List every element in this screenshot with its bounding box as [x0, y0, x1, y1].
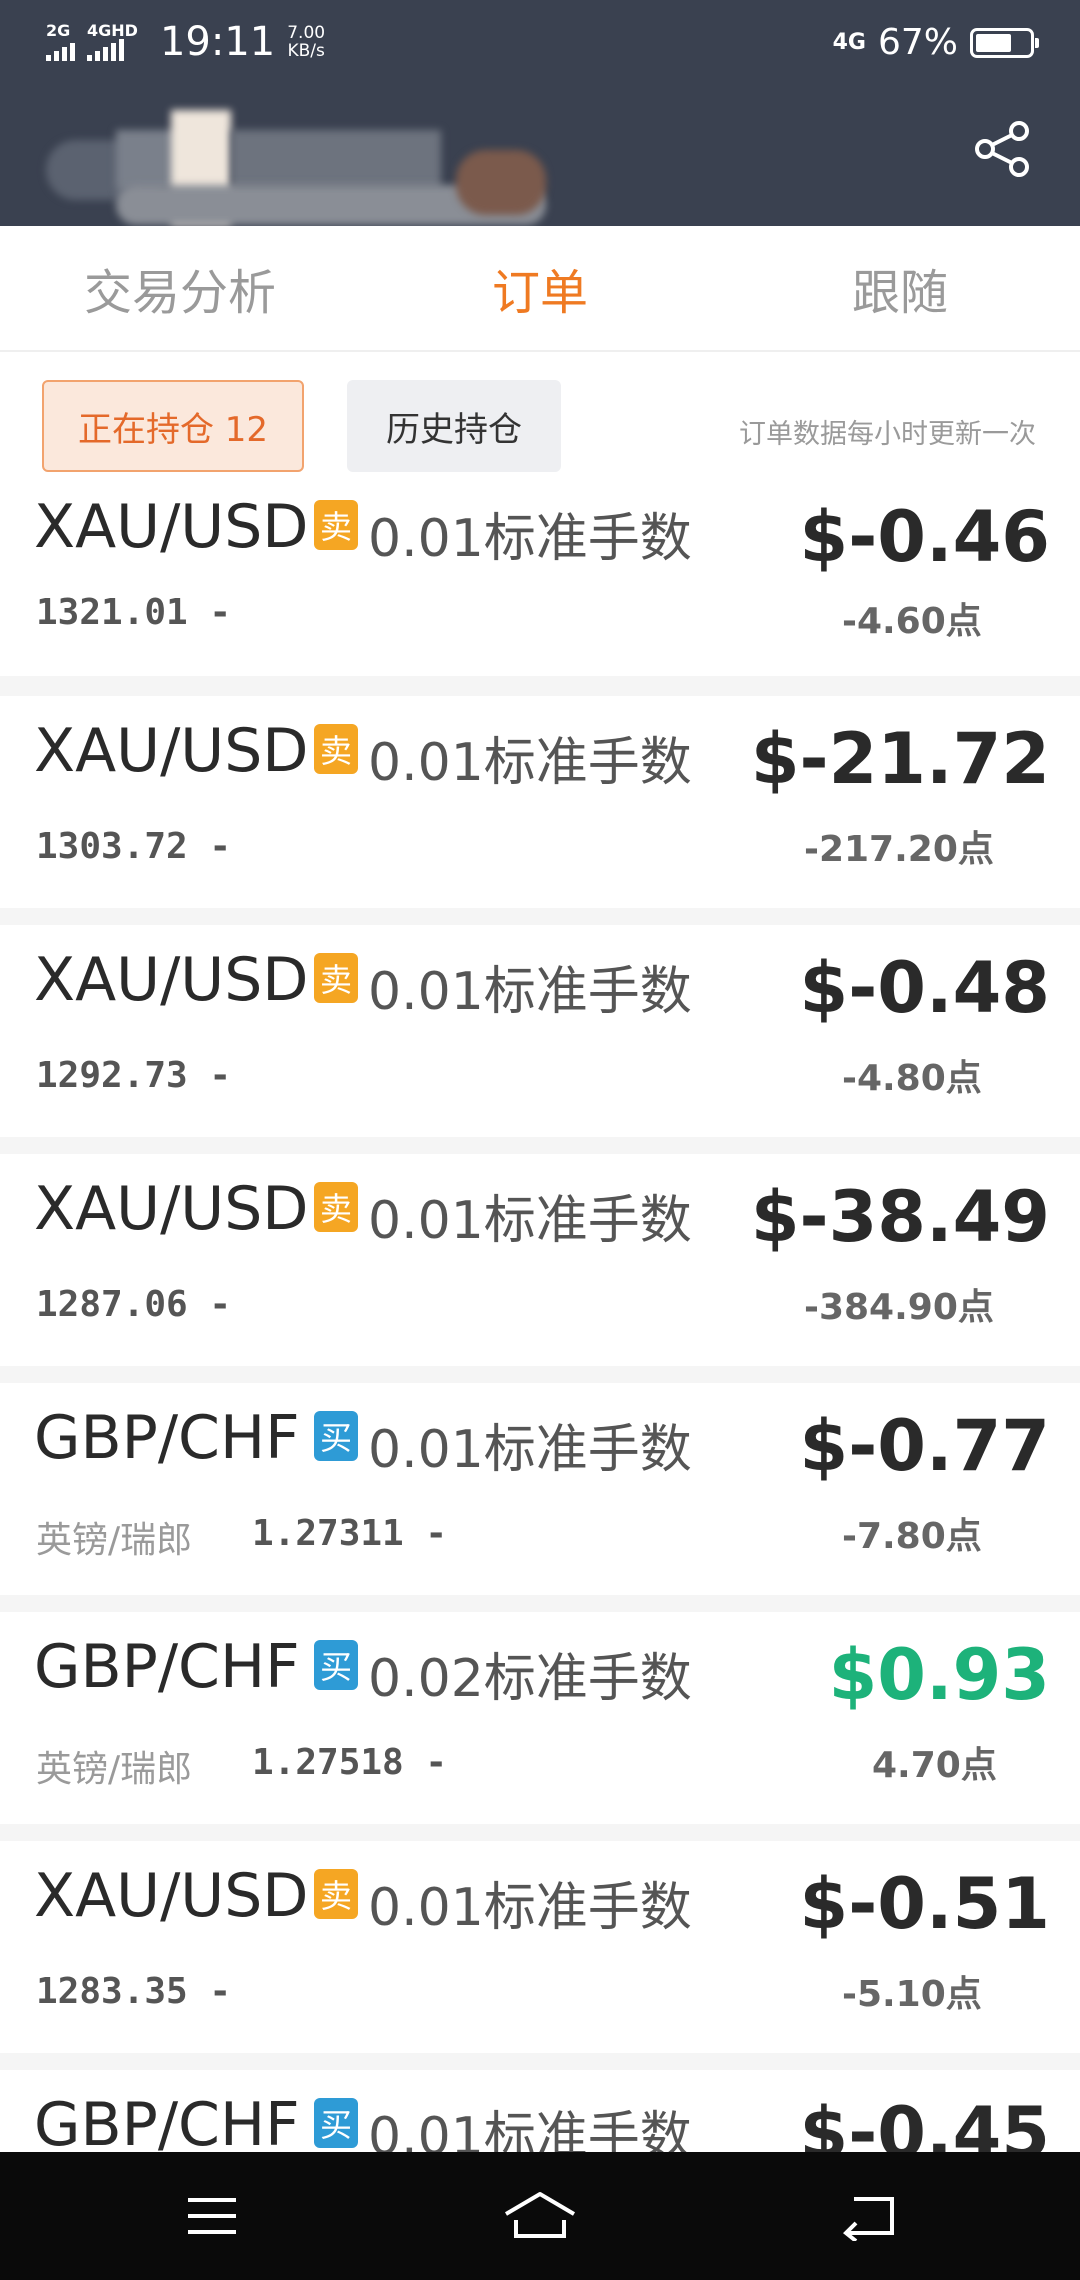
order-pnl: $-0.45: [799, 2092, 1050, 2152]
order-row[interactable]: GBP/CHF 买 0.01标准手数 英镑/瑞郎 1.27311 - $-0.7…: [0, 1383, 1080, 1595]
share-button[interactable]: [966, 112, 1040, 186]
battery-icon: [970, 27, 1039, 58]
order-pair: GBP/CHF: [34, 1632, 300, 1702]
order-instrument-name: 英镑/瑞郎: [36, 1520, 193, 1561]
sell-badge: 卖: [314, 1869, 358, 1919]
order-price: 1.27518 -: [252, 1742, 448, 1783]
menu-icon: [188, 2198, 236, 2234]
speed-unit: KB/s: [287, 41, 325, 61]
sell-badge: 卖: [314, 500, 358, 550]
order-pair: XAU/USD: [34, 716, 309, 786]
status-bar: 2G 4GHD 19:11 7.00 KB/s 4G 67%: [0, 0, 1080, 84]
buy-badge: 买: [314, 1411, 358, 1461]
signal-4g: 4GHD: [87, 23, 138, 61]
order-price: 1287.06 -: [36, 1284, 232, 1325]
order-pair: XAU/USD: [34, 492, 309, 562]
order-lots: 0.01标准手数: [368, 1878, 692, 1938]
order-lots: 0.01标准手数: [368, 2107, 692, 2152]
tab-trade-analysis[interactable]: 交易分析: [0, 226, 360, 350]
order-points: -384.90点: [804, 1287, 994, 1328]
filter-bar: 正在持仓 12 历史持仓 订单数据每小时更新一次: [0, 352, 1080, 492]
order-row[interactable]: XAU/USD 卖 0.01标准手数 1321.01 - $-0.46 -4.6…: [0, 492, 1080, 676]
order-points: -4.80点: [842, 1058, 982, 1099]
order-points: -5.10点: [842, 1974, 982, 2015]
network-label-right: 4G: [832, 30, 866, 55]
order-row[interactable]: XAU/USD 卖 0.01标准手数 1283.35 - $-0.51 -5.1…: [0, 1841, 1080, 2053]
order-lots: 0.01标准手数: [368, 733, 692, 793]
network-label-2: 4GHD: [87, 21, 138, 40]
tab-bar: 交易分析 订单 跟随: [0, 226, 1080, 352]
home-icon: [504, 2192, 576, 2238]
blurred-title: [46, 110, 556, 225]
order-pnl: $-0.51: [799, 1863, 1050, 1945]
order-pnl: $-38.49: [750, 1176, 1050, 1258]
order-list: XAU/USD 卖 0.01标准手数 1321.01 - $-0.46 -4.6…: [0, 492, 1080, 2152]
order-pair: XAU/USD: [34, 1861, 309, 1931]
status-time: 19:11: [159, 19, 276, 65]
order-pnl: $-0.77: [799, 1405, 1050, 1487]
order-pnl: $-0.48: [799, 947, 1050, 1029]
order-lots: 0.02标准手数: [368, 1649, 692, 1709]
order-lots: 0.01标准手数: [368, 1420, 692, 1480]
system-nav-bar: [0, 2152, 1080, 2280]
tab-orders[interactable]: 订单: [360, 226, 720, 350]
order-instrument-name: 英镑/瑞郎: [36, 1749, 193, 1790]
order-lots: 0.01标准手数: [368, 509, 692, 569]
order-points: 4.70点: [872, 1745, 997, 1786]
signal-bars-icon: [46, 39, 75, 61]
order-pair: XAU/USD: [34, 1174, 309, 1244]
order-lots: 0.01标准手数: [368, 962, 692, 1022]
order-pair: GBP/CHF: [34, 1403, 300, 1473]
order-row[interactable]: XAU/USD 卖 0.01标准手数 1303.72 - $-21.72 -21…: [0, 696, 1080, 908]
order-price: 1321.01 -: [36, 592, 232, 633]
menu-button[interactable]: [172, 2178, 252, 2254]
order-row[interactable]: GBP/CHF 买 0.02标准手数 英镑/瑞郎 1.27518 - $0.93…: [0, 1612, 1080, 1824]
order-row[interactable]: GBP/CHF 买 0.01标准手数 $-0.45: [0, 2070, 1080, 2152]
signal-2g: 2G: [46, 23, 75, 61]
history-positions-button[interactable]: 历史持仓: [347, 380, 561, 472]
sell-badge: 卖: [314, 724, 358, 774]
tab-follow[interactable]: 跟随: [720, 226, 1080, 350]
network-label-1: 2G: [46, 21, 71, 40]
order-price: 1.27311 -: [252, 1513, 448, 1554]
update-note: 订单数据每小时更新一次: [739, 419, 1036, 450]
sell-badge: 卖: [314, 1182, 358, 1232]
app-header: 2G 4GHD 19:11 7.00 KB/s 4G 67%: [0, 0, 1080, 226]
back-icon: [843, 2197, 894, 2241]
order-pnl: $0.93: [828, 1634, 1050, 1716]
order-pnl: $-21.72: [750, 718, 1050, 800]
buy-badge: 买: [314, 1640, 358, 1690]
back-button[interactable]: [830, 2178, 910, 2254]
open-positions-button[interactable]: 正在持仓 12: [42, 380, 304, 472]
battery-percent: 67%: [877, 22, 958, 63]
order-pair: GBP/CHF: [34, 2090, 300, 2152]
order-lots: 0.01标准手数: [368, 1191, 692, 1251]
signal-bars-icon: [87, 39, 124, 61]
speed-value: 7.00: [287, 23, 326, 43]
order-price: 1303.72 -: [36, 826, 232, 867]
buy-badge: 买: [314, 2098, 358, 2148]
share-icon: [975, 121, 1029, 177]
home-button[interactable]: [500, 2178, 580, 2254]
order-points: -217.20点: [804, 829, 994, 870]
order-pair: XAU/USD: [34, 945, 309, 1015]
order-pnl: $-0.46: [799, 496, 1050, 578]
order-points: -4.60点: [842, 601, 982, 642]
order-row[interactable]: XAU/USD 卖 0.01标准手数 1292.73 - $-0.48 -4.8…: [0, 925, 1080, 1137]
order-price: 1292.73 -: [36, 1055, 232, 1096]
order-points: -7.80点: [842, 1516, 982, 1557]
network-speed: 7.00 KB/s: [287, 24, 325, 60]
order-price: 1283.35 -: [36, 1971, 232, 2012]
order-row[interactable]: XAU/USD 卖 0.01标准手数 1287.06 - $-38.49 -38…: [0, 1154, 1080, 1366]
sell-badge: 卖: [314, 953, 358, 1003]
